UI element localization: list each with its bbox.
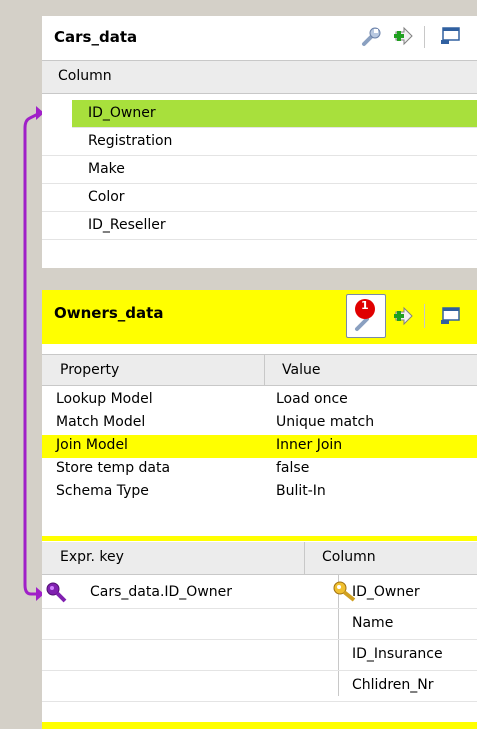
warning-badge-icon[interactable]: 1 (346, 294, 386, 338)
col-divider (304, 542, 305, 574)
column-value: ID_Owner (352, 584, 420, 600)
property-value: Load once (276, 391, 348, 407)
property-row[interactable]: Store temp data false (42, 458, 477, 481)
cars-column-header: Column (42, 60, 477, 94)
toolbar-separator (424, 304, 425, 328)
add-arrow-icon[interactable] (390, 306, 414, 328)
cars-panel-header: Cars_data (42, 16, 477, 58)
column-value: Name (352, 615, 394, 631)
table-row[interactable]: Cars_data.ID_Owner ID_Owner (42, 578, 477, 609)
keys-header-row: Expr. key Column (42, 542, 477, 575)
property-row-highlighted[interactable]: Join Model Inner Join (42, 435, 477, 458)
property-value: Inner Join (276, 437, 343, 453)
add-arrow-icon[interactable] (390, 26, 414, 48)
property-row[interactable]: Schema Type Bulit-In (42, 481, 477, 504)
property-name: Store temp data (56, 460, 171, 476)
property-name: Join Model (56, 437, 128, 453)
owners-panel-title: Owners_data (54, 304, 164, 322)
property-name: Schema Type (56, 483, 149, 499)
property-row[interactable]: Lookup Model Load once (42, 389, 477, 412)
warning-count: 1 (361, 299, 369, 312)
property-header-row: Property Value (42, 355, 477, 386)
property-value: Unique match (276, 414, 375, 430)
cars-row-make[interactable]: Make (42, 156, 477, 184)
cars-row-registration[interactable]: Registration (42, 128, 477, 156)
column-value: ID_Insurance (352, 646, 443, 662)
keys-table: Expr. key Column Cars_data.ID_Owner ID_O… (42, 542, 477, 712)
key-purple-icon (46, 582, 67, 603)
owners-data-panel: Owners_data 1 Property Value Lookup Mode… (42, 290, 477, 729)
property-table: Property Value Lookup Model Load once Ma… (42, 354, 477, 535)
yellow-footer-strip (42, 722, 477, 729)
property-name: Lookup Model (56, 391, 153, 407)
yellow-divider (42, 536, 477, 541)
window-icon[interactable] (440, 26, 462, 46)
column-header-label: Column (58, 68, 112, 84)
col-divider (264, 355, 265, 385)
cars-row-id-owner[interactable]: ID_Owner (72, 100, 477, 128)
column-value: Chlidren_Nr (352, 677, 434, 693)
window-icon[interactable] (440, 306, 462, 326)
expr-key-header: Expr. key (60, 549, 124, 565)
cars-panel-title: Cars_data (54, 28, 138, 46)
cars-data-panel: Cars_data Column ID_Owner Registration M… (42, 16, 477, 268)
list-item: Make (88, 161, 125, 177)
property-value: false (276, 460, 310, 476)
owners-panel-header: Owners_data 1 (42, 290, 477, 344)
property-row[interactable]: Match Model Unique match (42, 412, 477, 435)
toolbar-separator (424, 26, 425, 48)
cars-row-color[interactable]: Color (42, 184, 477, 212)
column-header: Column (322, 549, 376, 565)
property-name: Match Model (56, 414, 146, 430)
list-item: ID_Reseller (88, 217, 166, 233)
table-row[interactable]: Chlidren_Nr (42, 671, 477, 702)
table-row[interactable]: Name (42, 609, 477, 640)
wrench-icon[interactable] (360, 26, 382, 48)
table-row[interactable]: ID_Insurance (42, 640, 477, 671)
expr-key-value: Cars_data.ID_Owner (90, 584, 233, 600)
cars-row-id-reseller[interactable]: ID_Reseller (42, 212, 477, 240)
property-col-header: Property (60, 362, 120, 378)
property-value: Bulit-In (276, 483, 326, 499)
list-item: Color (88, 189, 125, 205)
list-item: Registration (88, 133, 173, 149)
list-item: ID_Owner (88, 105, 156, 121)
value-col-header: Value (282, 362, 321, 378)
